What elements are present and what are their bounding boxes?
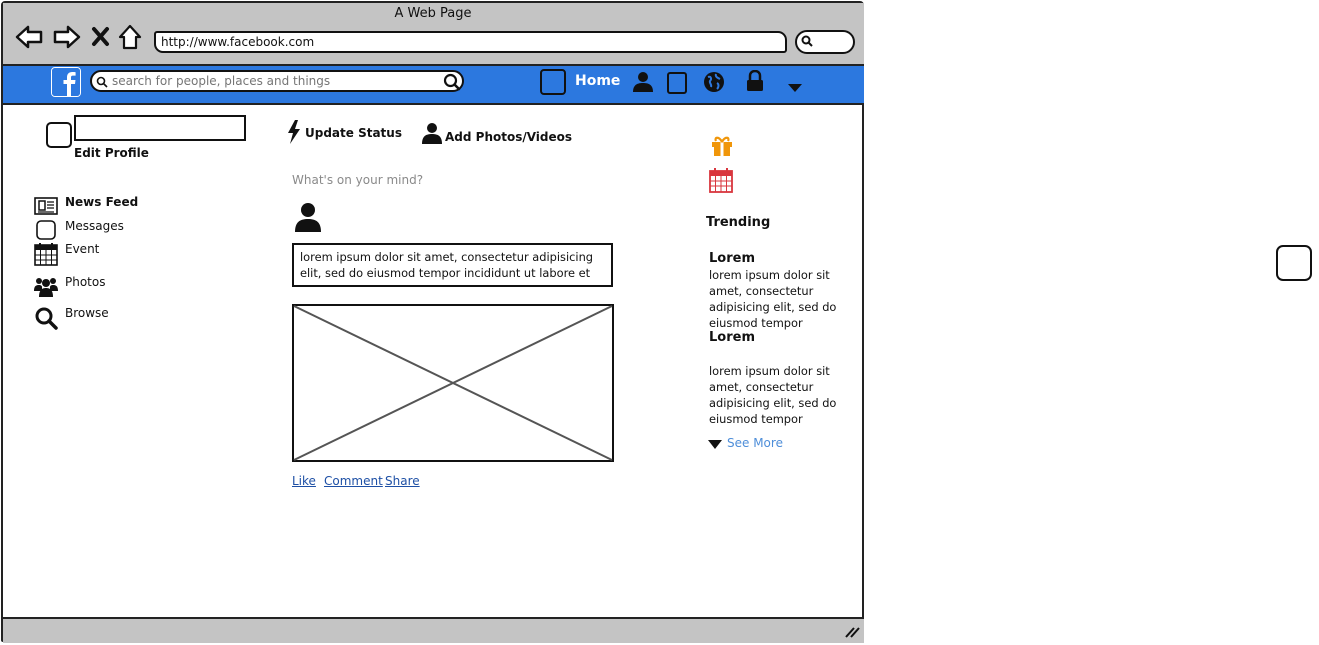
sidebar-item-browse[interactable]: Browse: [34, 306, 174, 330]
trending-item-body: lorem ipsum dolor sit amet, consectetur …: [709, 364, 837, 426]
post-text: lorem ipsum dolor sit amet, consectetur …: [292, 243, 613, 287]
arrow-left-icon: [15, 25, 43, 49]
lightning-icon: [288, 120, 300, 144]
trending-title: Trending: [706, 215, 771, 230]
calendar-icon: [34, 243, 58, 266]
profile-thumbnail[interactable]: [540, 69, 566, 95]
sidebar-item-label: Messages: [65, 219, 124, 233]
search-icon: [801, 35, 813, 47]
trending-item-title[interactable]: Lorem: [709, 251, 755, 266]
caret-down-icon: [708, 440, 722, 449]
trending-item-title[interactable]: Lorem: [709, 330, 755, 345]
group-icon: [34, 278, 58, 297]
resize-grip-icon[interactable]: [843, 622, 861, 638]
floating-checkbox[interactable]: [1276, 245, 1312, 281]
close-icon: [92, 27, 109, 46]
caret-down-icon[interactable]: [787, 83, 803, 93]
facebook-f-icon: [52, 68, 80, 96]
search-icon: [35, 307, 58, 330]
search-icon: [96, 76, 108, 88]
search-input[interactable]: [112, 73, 432, 89]
status-input[interactable]: What's on your mind?: [292, 173, 423, 187]
sidebar-item-label: Event: [65, 242, 100, 256]
profile-picture[interactable]: [46, 122, 72, 148]
gift-icon[interactable]: [710, 134, 734, 156]
person-icon: [422, 123, 442, 144]
browser-search-field[interactable]: [795, 30, 855, 54]
messages-box-icon[interactable]: [667, 72, 687, 94]
trending-item-body: lorem ipsum dolor sit amet, consectetur …: [709, 268, 837, 330]
forward-button[interactable]: [52, 22, 82, 52]
sidebar-item-label: Photos: [65, 275, 106, 289]
edit-profile-link[interactable]: Edit Profile: [74, 146, 149, 160]
calendar-icon[interactable]: [709, 167, 733, 193]
sidebar-item-label: News Feed: [65, 195, 139, 209]
globe-icon[interactable]: [703, 71, 725, 93]
sidebar-item-event[interactable]: Event: [34, 242, 174, 266]
sidebar-item-label: Browse: [65, 306, 109, 320]
sidebar-item-messages[interactable]: Messages: [34, 219, 174, 243]
window-title: A Web Page: [394, 6, 472, 21]
profile-name-box: [74, 115, 246, 141]
share-link[interactable]: Share: [385, 474, 420, 488]
back-button[interactable]: [14, 22, 44, 52]
person-icon: [295, 203, 321, 232]
home-nav-button[interactable]: [117, 22, 147, 52]
house-icon: [118, 24, 142, 50]
sidebar-item-photos[interactable]: Photos: [34, 275, 174, 299]
checkbox-icon: [36, 220, 56, 240]
arrow-right-icon: [53, 25, 81, 49]
see-more-label: See More: [727, 436, 783, 450]
stop-button[interactable]: [88, 22, 118, 52]
url-bar[interactable]: http://www.facebook.com: [154, 31, 787, 53]
home-link[interactable]: Home: [575, 73, 620, 89]
friend-requests-icon[interactable]: [632, 71, 654, 93]
comment-link[interactable]: Comment: [324, 474, 383, 488]
add-photos-label: Add Photos/Videos: [445, 130, 573, 144]
image-placeholder: [292, 304, 614, 462]
search-submit-icon[interactable]: [443, 73, 461, 91]
browser-status-bar: [3, 617, 864, 643]
update-status-label: Update Status: [305, 126, 402, 140]
like-link[interactable]: Like: [292, 474, 316, 488]
sidebar-item-news-feed[interactable]: News Feed: [34, 195, 174, 219]
facebook-logo-icon[interactable]: [51, 67, 81, 97]
lock-icon[interactable]: [745, 70, 765, 92]
newspaper-icon: [34, 197, 58, 215]
